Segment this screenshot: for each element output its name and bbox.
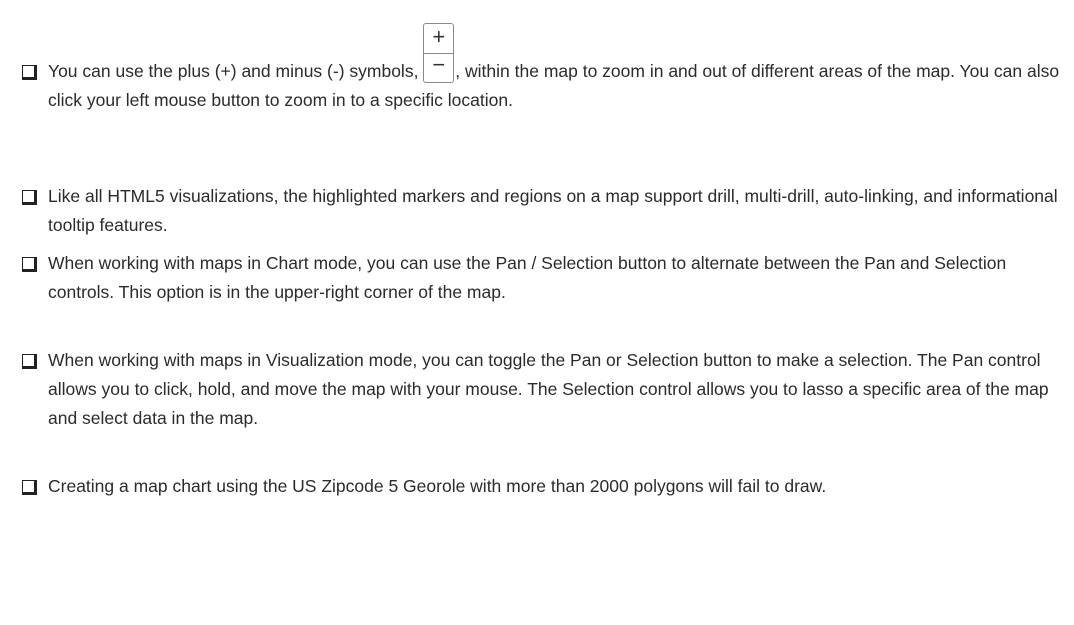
checkbox-bullet-icon bbox=[22, 354, 37, 369]
list-item-text: Like all HTML5 visualizations, the highl… bbox=[48, 186, 1058, 235]
list-item-text: When working with maps in Visualization … bbox=[48, 350, 1049, 428]
list-item-text: You can use the plus (+) and minus (-) s… bbox=[48, 23, 1068, 115]
list-item-text: When working with maps in Chart mode, yo… bbox=[48, 253, 1007, 302]
checkbox-bullet-icon bbox=[22, 190, 37, 205]
zoom-control-box: + − bbox=[423, 23, 455, 83]
zoom-control-icon: + − bbox=[423, 23, 455, 83]
zoom-text-before: You can use the plus (+) and minus (-) s… bbox=[48, 61, 424, 81]
checkbox-bullet-icon bbox=[22, 480, 37, 495]
zoom-out-icon: − bbox=[432, 52, 446, 77]
checkbox-bullet-icon bbox=[22, 65, 37, 80]
zoom-in-icon: + bbox=[432, 24, 446, 49]
checkbox-bullet-icon bbox=[22, 257, 37, 272]
list-item-text: Creating a map chart using the US Zipcod… bbox=[48, 476, 827, 496]
